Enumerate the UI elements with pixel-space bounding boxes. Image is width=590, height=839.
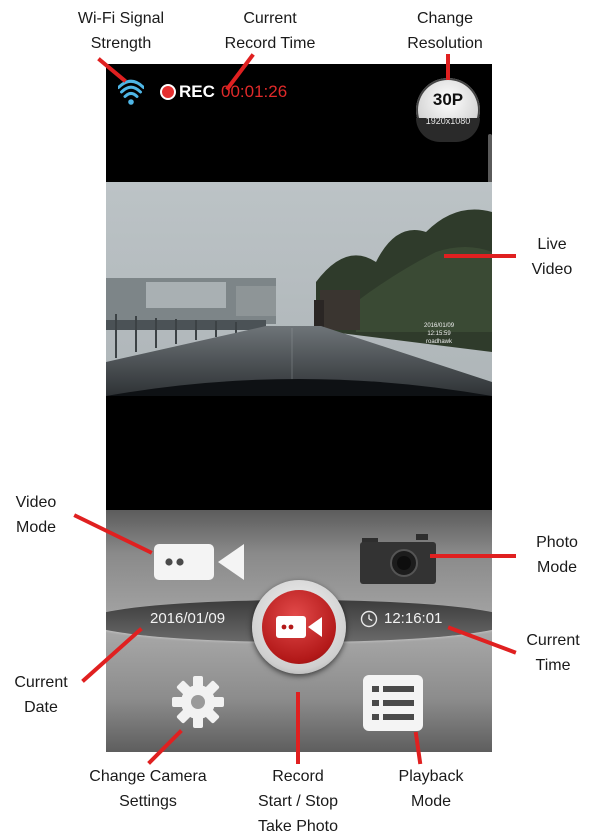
status-bar: REC 00:01:26 30P 1920x1080 [106,64,492,142]
label-record: Record Start / Stop Take Photo [257,768,339,835]
control-panel: 2016/01/09 12:16:01 [106,510,492,752]
label-wifi-signal: Wi-Fi Signal Strength [77,10,165,52]
photo-mode-button[interactable] [358,534,438,586]
label-change-camera-settings: Change Camera Settings [89,768,207,810]
record-time: 00:01:26 [221,82,288,101]
label-current-record-time: Current Record Time [224,10,316,52]
label-current-date: Current Date [14,674,68,716]
overlay-time: 12:15:59 [427,331,451,337]
video-camera-icon [154,544,244,580]
label-change-resolution: Change Resolution [407,10,483,52]
overlay-brand: roadhawk [426,339,453,345]
photo-camera-icon [360,534,436,584]
wifi-icon [118,79,144,105]
record-dot-icon [160,84,176,100]
label-photo-mode: Photo Mode [536,534,578,576]
video-mode-button[interactable] [152,540,248,584]
label-playback-mode: Playback Mode [398,768,464,810]
rec-label: REC [179,82,215,101]
record-button-face [262,590,336,664]
phone-screen: REC 00:01:26 30P 1920x1080 2016/01/09 12… [106,64,492,752]
current-date: 2016/01/09 [150,610,226,627]
playback-button[interactable] [362,674,424,732]
resolution-button[interactable]: 30P 1920x1080 [416,78,480,142]
list-icon [363,675,423,731]
video-camera-icon [276,616,322,638]
settings-button[interactable] [170,674,226,730]
label-live-video: Live Video [531,236,573,278]
label-current-time: Current Time [526,632,580,674]
resolution-size: 1920x1080 [425,116,471,126]
current-time: 12:16:01 [384,610,443,627]
overlay-date: 2016/01/09 [424,323,455,329]
resolution-fps: 30P [432,90,464,109]
clock-icon [360,610,378,628]
live-video-feed [106,182,492,396]
label-video-mode: Video Mode [15,494,57,536]
video-timestamp-overlay: 2016/01/09 12:15:59 roadhawk [424,322,454,346]
record-button[interactable] [252,580,346,674]
